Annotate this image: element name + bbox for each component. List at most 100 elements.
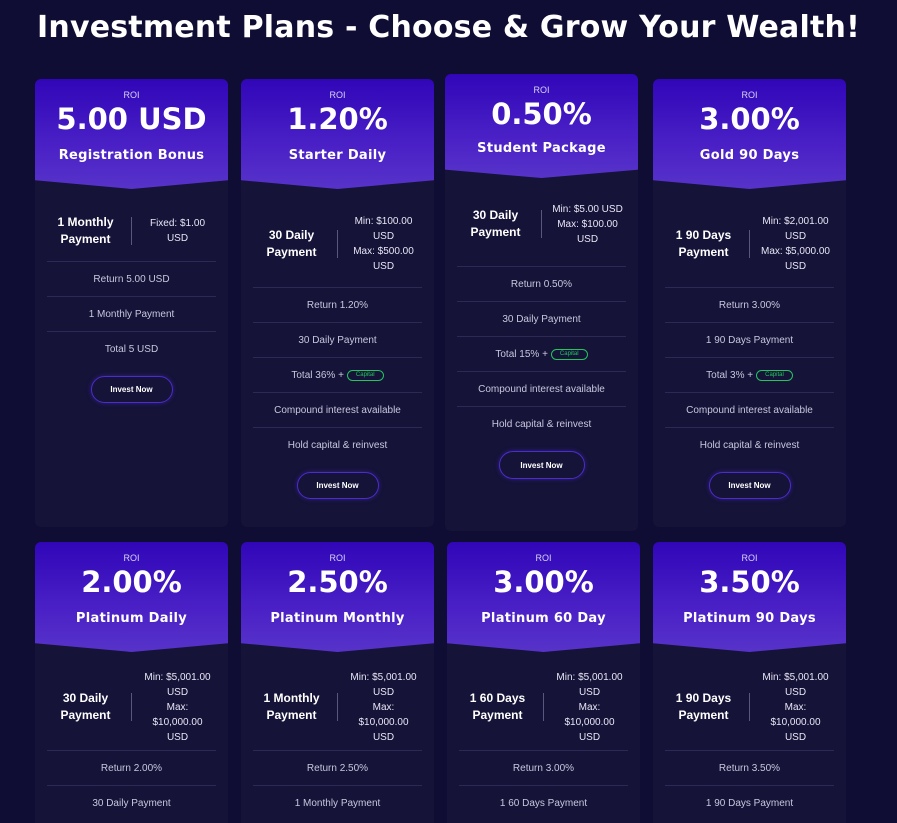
capital-badge: Capital — [346, 369, 384, 381]
feature-return: Return 5.00 USD — [47, 261, 216, 296]
feature-payments: 30 Daily Payment — [47, 785, 216, 820]
plan-card-header: ROI 3.50% Platinum 90 Days — [653, 542, 846, 652]
feature-payments: 30 Daily Payment — [253, 322, 422, 357]
plan-card-header: ROI 3.00% Platinum 60 Day — [447, 542, 640, 652]
roi-label: ROI — [329, 553, 346, 563]
payment-count: 1 Monthly Payment — [263, 691, 320, 722]
plan-card-header: ROI 0.50% Student Package — [445, 74, 638, 178]
payment-count: 1 Monthly Payment — [57, 215, 114, 246]
amount-range: Min: $5,001.00 USD Max: $10,000.00 USD — [338, 670, 420, 745]
payment-summary: 1 60 Days Payment Min: $5,001.00 USD Max… — [447, 652, 640, 750]
plan-card-header: ROI 1.20% Starter Daily — [241, 79, 434, 189]
plan-card-header: ROI 5.00 USD Registration Bonus — [35, 79, 228, 189]
plan-card-gold-90-days: ROI 3.00% Gold 90 Days 1 90 Days Payment… — [653, 79, 846, 527]
amount-min: Min: $5,001.00 USD — [762, 671, 829, 698]
amount-min: Min: $5,001.00 USD — [144, 671, 211, 698]
feature-list: Return 2.00% 30 Daily Payment — [35, 750, 228, 820]
feature-return: Return 2.00% — [47, 750, 216, 785]
roi-value: 0.50% — [491, 97, 592, 131]
amount-max: Max: $10,000.00 USD — [358, 701, 409, 743]
feature-list: Return 3.50% 1 90 Days Payment — [653, 750, 846, 820]
feature-payments: 1 60 Days Payment — [459, 785, 628, 820]
plan-name: Platinum 60 Day — [481, 611, 606, 626]
invest-now-button[interactable]: Invest Now — [708, 472, 791, 499]
feature-payments: 1 Monthly Payment — [47, 296, 216, 331]
plan-name: Platinum Monthly — [270, 611, 405, 626]
payment-summary: 1 90 Days Payment Min: $2,001.00 USD Max… — [653, 189, 846, 287]
amount-min: Min: $5,001.00 USD — [350, 671, 417, 698]
feature-reinvest: Hold capital & reinvest — [665, 427, 834, 462]
plan-name: Gold 90 Days — [699, 148, 800, 163]
amount-range: Min: $5.00 USD Max: $100.00 USD — [542, 202, 624, 247]
roi-value: 3.50% — [699, 565, 800, 599]
plan-card-header: ROI 2.00% Platinum Daily — [35, 542, 228, 652]
feature-return: Return 3.50% — [665, 750, 834, 785]
feature-payments: 1 90 Days Payment — [665, 785, 834, 820]
feature-reinvest: Hold capital & reinvest — [253, 427, 422, 462]
feature-list: Return 3.00% 1 90 Days Payment Total 3% … — [653, 287, 846, 462]
plan-name: Registration Bonus — [58, 148, 205, 163]
capital-badge: Capital — [756, 369, 793, 381]
feature-total: Total 3% + Capital — [665, 357, 834, 392]
payment-count: 1 90 Days Payment — [675, 691, 732, 722]
invest-now-button[interactable]: Invest Now — [498, 451, 585, 479]
plan-name: Platinum 90 Days — [683, 611, 816, 626]
roi-value: 3.00% — [699, 102, 800, 136]
invest-now-button[interactable]: Invest Now — [90, 376, 173, 403]
feature-compound: Compound interest available — [253, 392, 422, 427]
plan-name: Platinum Daily — [75, 611, 188, 626]
plan-card-platinum-monthly: ROI 2.50% Platinum Monthly 1 Monthly Pay… — [241, 542, 434, 823]
roi-label: ROI — [533, 85, 550, 95]
invest-now-button[interactable]: Invest Now — [296, 472, 379, 499]
feature-list: Return 3.00% 1 60 Days Payment — [447, 750, 640, 820]
payment-summary: 1 90 Days Payment Min: $5,001.00 USD Max… — [653, 652, 846, 750]
feature-compound: Compound interest available — [665, 392, 834, 427]
amount-max: Max: $5,000.00 USD — [761, 246, 830, 272]
feature-total: Total 36% + Capital — [253, 357, 422, 392]
plan-card-platinum-90-days: ROI 3.50% Platinum 90 Days 1 90 Days Pay… — [653, 542, 846, 823]
feature-total-text: Total 15% + — [495, 349, 548, 360]
feature-list: Return 2.50% 1 Monthly Payment — [241, 750, 434, 820]
plan-card-header: ROI 2.50% Platinum Monthly — [241, 542, 434, 652]
payment-count: 1 60 Days Payment — [469, 691, 526, 722]
feature-return: Return 0.50% — [457, 266, 626, 301]
plan-card-platinum-daily: ROI 2.00% Platinum Daily 30 Daily Paymen… — [35, 542, 228, 823]
feature-return: Return 3.00% — [665, 287, 834, 322]
amount-max: Max: $10,000.00 USD — [564, 701, 615, 743]
roi-label: ROI — [123, 553, 140, 563]
payment-summary: 1 Monthly Payment Min: $5,001.00 USD Max… — [241, 652, 434, 750]
amount-range: Min: $5,001.00 USD Max: $10,000.00 USD — [544, 670, 626, 745]
feature-list: Return 1.20% 30 Daily Payment Total 36% … — [241, 287, 434, 462]
plan-name: Starter Daily — [288, 148, 387, 163]
amount-min: Min: $5,001.00 USD — [556, 671, 623, 698]
amount-min: Min: $100.00 USD — [354, 216, 413, 242]
payment-count: 1 90 Days Payment — [675, 228, 732, 259]
roi-label: ROI — [741, 90, 758, 100]
feature-payments: 1 Monthly Payment — [253, 785, 422, 820]
capital-badge: Capital — [550, 348, 588, 360]
feature-payments: 1 90 Days Payment — [665, 322, 834, 357]
amount-max: Max: $500.00 USD — [353, 246, 414, 272]
feature-compound: Compound interest available — [457, 371, 626, 406]
feature-total: Total 15% + Capital — [457, 336, 626, 371]
payment-count: 30 Daily Payment — [266, 228, 317, 259]
plan-card-header: ROI 3.00% Gold 90 Days — [653, 79, 846, 189]
feature-return: Return 3.00% — [459, 750, 628, 785]
roi-value: 2.00% — [81, 565, 182, 599]
amount-min: Min: $2,001.00 USD — [762, 216, 829, 242]
feature-payments: 30 Daily Payment — [457, 301, 626, 336]
amount-min: Min: $5.00 USD — [552, 203, 623, 215]
amount-range: Min: $5,001.00 USD Max: $10,000.00 USD — [750, 670, 832, 745]
amount-max: Max: $10,000.00 USD — [770, 701, 821, 743]
plan-card-student-package: ROI 0.50% Student Package 30 Daily Payme… — [445, 74, 638, 531]
amount-range: Min: $100.00 USD Max: $500.00 USD — [338, 214, 420, 274]
payment-summary: 30 Daily Payment Min: $5,001.00 USD Max:… — [35, 652, 228, 750]
roi-label: ROI — [329, 90, 346, 100]
payment-summary: 1 Monthly Payment Fixed: $1.00 USD — [35, 189, 228, 261]
plan-card-platinum-60-day: ROI 3.00% Platinum 60 Day 1 60 Days Paym… — [447, 542, 640, 823]
feature-reinvest: Hold capital & reinvest — [457, 406, 626, 441]
amount-fixed: Fixed: $1.00 USD — [149, 218, 206, 244]
roi-value: 3.00% — [493, 565, 594, 599]
feature-total: Total 5 USD — [47, 331, 216, 366]
feature-return: Return 2.50% — [253, 750, 422, 785]
